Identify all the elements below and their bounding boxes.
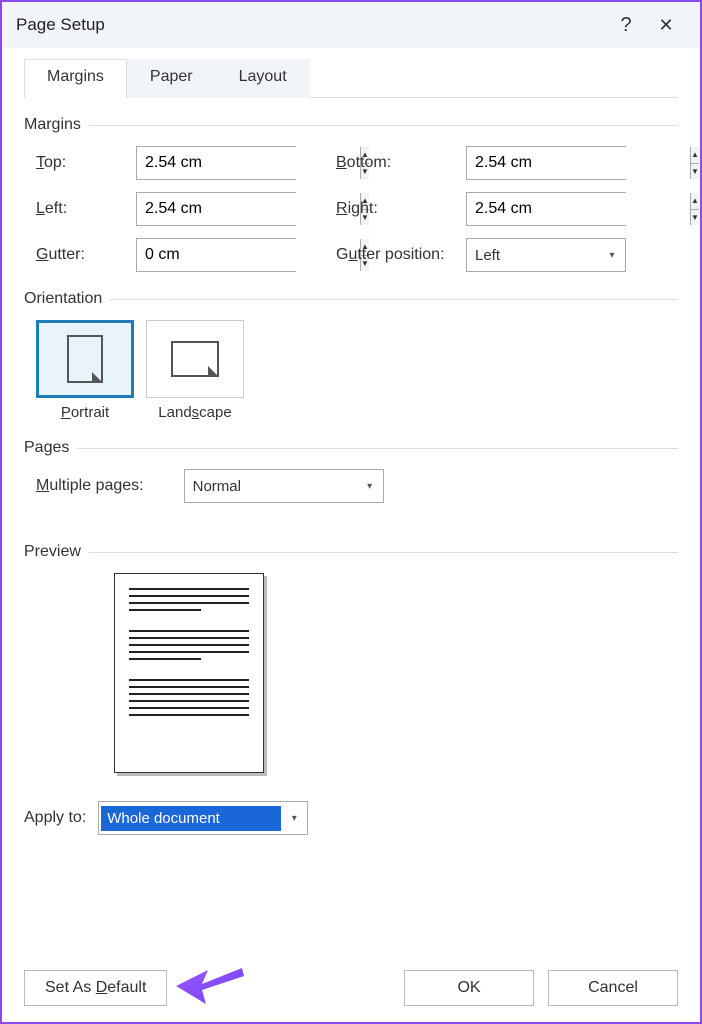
ok-button[interactable]: OK	[404, 970, 534, 1006]
orientation-section-header: Orientation	[24, 290, 678, 308]
right-spinner[interactable]: ▲▼	[466, 192, 626, 226]
multiple-pages-label: Multiple pages:	[36, 477, 144, 495]
gutter-label: Gutter:	[36, 246, 136, 264]
right-input[interactable]	[467, 193, 690, 225]
top-input[interactable]	[137, 147, 360, 179]
spinner-up-icon[interactable]: ▲	[691, 193, 699, 210]
bottom-input[interactable]	[467, 147, 690, 179]
apply-to-select[interactable]: Whole document ▾	[98, 801, 308, 835]
close-icon[interactable]: ✕	[646, 15, 686, 36]
bottom-spinner[interactable]: ▲▼	[466, 146, 626, 180]
left-label: Left:	[36, 200, 136, 218]
chevron-down-icon: ▾	[357, 481, 383, 492]
tab-list: Margins Paper Layout	[24, 58, 678, 98]
help-icon[interactable]: ?	[606, 14, 646, 37]
landscape-icon	[171, 341, 219, 377]
right-label: Right:	[336, 200, 466, 218]
gutter-input[interactable]	[137, 239, 360, 271]
spinner-down-icon[interactable]: ▼	[691, 210, 699, 226]
spinner-up-icon[interactable]: ▲	[691, 147, 699, 164]
left-input[interactable]	[137, 193, 360, 225]
multiple-pages-select[interactable]: Normal ▾	[184, 469, 384, 503]
gutter-position-select[interactable]: Left ▾	[466, 238, 626, 272]
top-label: Top:	[36, 154, 136, 172]
pages-section-header: Pages	[24, 439, 678, 457]
orientation-landscape[interactable]: Landscape	[146, 320, 244, 421]
chevron-down-icon: ▾	[599, 250, 625, 261]
margins-section-header: Margins	[24, 116, 678, 134]
gutter-position-label: Gutter position:	[336, 246, 466, 264]
title-bar: Page Setup ? ✕	[2, 2, 700, 48]
cancel-button[interactable]: Cancel	[548, 970, 678, 1006]
tab-margins[interactable]: Margins	[24, 59, 127, 98]
gutter-spinner[interactable]: ▲▼	[136, 238, 296, 272]
chevron-down-icon: ▾	[281, 813, 307, 824]
left-spinner[interactable]: ▲▼	[136, 192, 296, 226]
set-as-default-button[interactable]: Set As Default	[24, 970, 167, 1006]
top-spinner[interactable]: ▲▼	[136, 146, 296, 180]
bottom-label: Bottom:	[336, 154, 466, 172]
preview-page-icon	[114, 573, 264, 773]
apply-to-label: Apply to:	[24, 809, 86, 827]
tab-paper[interactable]: Paper	[127, 59, 216, 98]
tab-layout[interactable]: Layout	[216, 59, 310, 98]
dialog-title: Page Setup	[16, 15, 606, 35]
orientation-portrait[interactable]: Portrait	[36, 320, 134, 421]
preview-section-header: Preview	[24, 543, 678, 561]
portrait-icon	[67, 335, 103, 383]
spinner-down-icon[interactable]: ▼	[691, 164, 699, 180]
